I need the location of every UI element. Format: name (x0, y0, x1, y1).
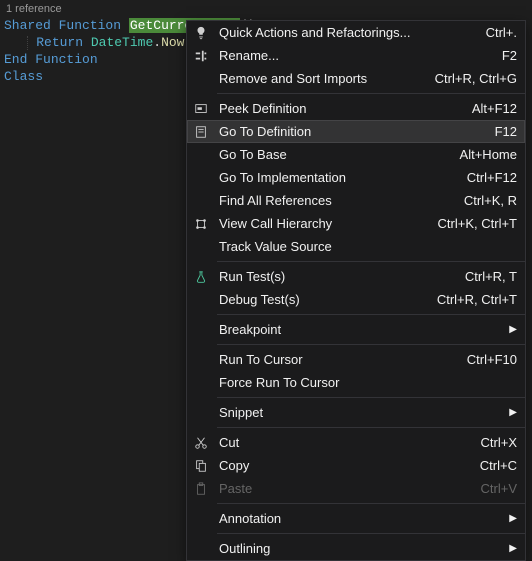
menu-breakpoint[interactable]: Breakpoint ▶ (187, 318, 525, 341)
menu-separator (217, 397, 525, 398)
hierarchy-icon (187, 217, 215, 231)
menu-separator (217, 314, 525, 315)
menu-remove-sort-imports[interactable]: Remove and Sort Imports Ctrl+R, Ctrl+G (187, 67, 525, 90)
menu-peek-definition[interactable]: Peek Definition Alt+F12 (187, 97, 525, 120)
menu-go-to-definition[interactable]: Go To Definition F12 (187, 120, 525, 143)
menu-debug-tests[interactable]: Debug Test(s) Ctrl+R, Ctrl+T (187, 288, 525, 311)
menu-go-to-implementation[interactable]: Go To Implementation Ctrl+F12 (187, 166, 525, 189)
menu-separator (217, 344, 525, 345)
peek-icon (187, 102, 215, 116)
menu-go-to-base[interactable]: Go To Base Alt+Home (187, 143, 525, 166)
menu-separator (217, 261, 525, 262)
chevron-right-icon: ▶ (507, 407, 517, 418)
chevron-right-icon: ▶ (507, 324, 517, 335)
context-menu: Quick Actions and Refactorings... Ctrl+.… (186, 20, 526, 561)
menu-separator (217, 427, 525, 428)
flask-icon (187, 270, 215, 284)
menu-copy[interactable]: Copy Ctrl+C (187, 454, 525, 477)
menu-run-tests[interactable]: Run Test(s) Ctrl+R, T (187, 265, 525, 288)
chevron-right-icon: ▶ (507, 513, 517, 524)
menu-snippet[interactable]: Snippet ▶ (187, 401, 525, 424)
menu-separator (217, 503, 525, 504)
rename-icon (187, 49, 215, 63)
menu-run-to-cursor[interactable]: Run To Cursor Ctrl+F10 (187, 348, 525, 371)
scissors-icon (187, 436, 215, 450)
menu-outlining[interactable]: Outlining ▶ (187, 537, 525, 560)
chevron-right-icon: ▶ (507, 543, 517, 554)
menu-annotation[interactable]: Annotation ▶ (187, 507, 525, 530)
menu-view-call-hierarchy[interactable]: View Call Hierarchy Ctrl+K, Ctrl+T (187, 212, 525, 235)
menu-separator (217, 533, 525, 534)
menu-rename[interactable]: Rename... F2 (187, 44, 525, 67)
menu-find-all-references[interactable]: Find All References Ctrl+K, R (187, 189, 525, 212)
codelens-reference[interactable]: 1 reference (4, 2, 528, 17)
menu-force-run-to-cursor[interactable]: Force Run To Cursor (187, 371, 525, 394)
copy-icon (187, 459, 215, 473)
menu-quick-actions[interactable]: Quick Actions and Refactorings... Ctrl+. (187, 21, 525, 44)
menu-paste: Paste Ctrl+V (187, 477, 525, 500)
menu-track-value-source[interactable]: Track Value Source (187, 235, 525, 258)
paste-icon (187, 482, 215, 496)
definition-icon (187, 125, 215, 139)
menu-cut[interactable]: Cut Ctrl+X (187, 431, 525, 454)
menu-separator (217, 93, 525, 94)
lightbulb-icon (187, 26, 215, 40)
